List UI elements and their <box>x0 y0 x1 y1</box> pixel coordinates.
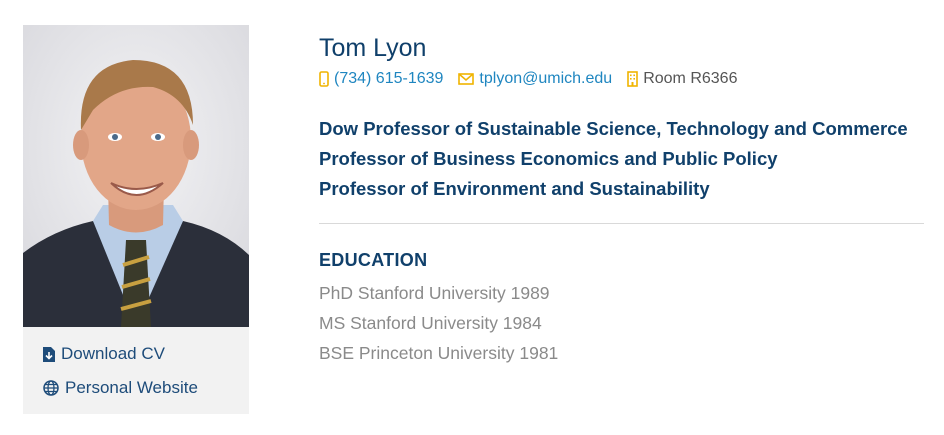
contact-info: (734) 615-1639 tplyon@umich.edu Room R63… <box>319 68 924 90</box>
title-line: Professor of Business Economics and Publ… <box>319 148 778 169</box>
education-item: MS Stanford University 1984 <box>319 313 542 333</box>
file-download-icon <box>43 346 55 362</box>
download-cv-label: Download CV <box>61 344 165 363</box>
personal-website-label: Personal Website <box>65 378 198 397</box>
email-contact: tplyon@umich.edu <box>458 70 612 88</box>
room-number: Room R6366 <box>643 70 738 87</box>
personal-website-link[interactable]: Personal Website <box>43 377 249 399</box>
building-icon <box>627 71 638 87</box>
globe-icon <box>43 380 59 396</box>
education-item: BSE Princeton University 1981 <box>319 343 559 363</box>
phone-icon <box>319 71 329 87</box>
profile-name: Tom Lyon <box>319 34 427 62</box>
education-item: PhD Stanford University 1989 <box>319 283 550 303</box>
profile-sidebar: Download CV Personal Website <box>23 25 249 414</box>
profile-photo <box>23 25 249 327</box>
phone-contact: (734) 615-1639 <box>319 70 443 88</box>
title-line: Dow Professor of Sustainable Science, Te… <box>319 118 908 139</box>
profile-main: Tom Lyon (734) 615-1639 tplyon@umich.edu <box>319 32 924 368</box>
phone-link[interactable]: (734) 615-1639 <box>334 70 443 88</box>
title-line: Professor of Environment and Sustainabil… <box>319 178 710 199</box>
education-list: PhD Stanford University 1989 MS Stanford… <box>319 278 924 368</box>
section-divider <box>319 223 924 224</box>
academic-titles: Dow Professor of Sustainable Science, Te… <box>319 114 924 204</box>
download-cv-link[interactable]: Download CV <box>43 343 249 365</box>
profile-links: Download CV Personal Website <box>23 327 249 414</box>
room-contact: Room R6366 <box>627 70 737 88</box>
envelope-icon <box>458 73 475 85</box>
email-link[interactable]: tplyon@umich.edu <box>479 70 612 88</box>
education-heading: EDUCATION <box>319 250 428 270</box>
